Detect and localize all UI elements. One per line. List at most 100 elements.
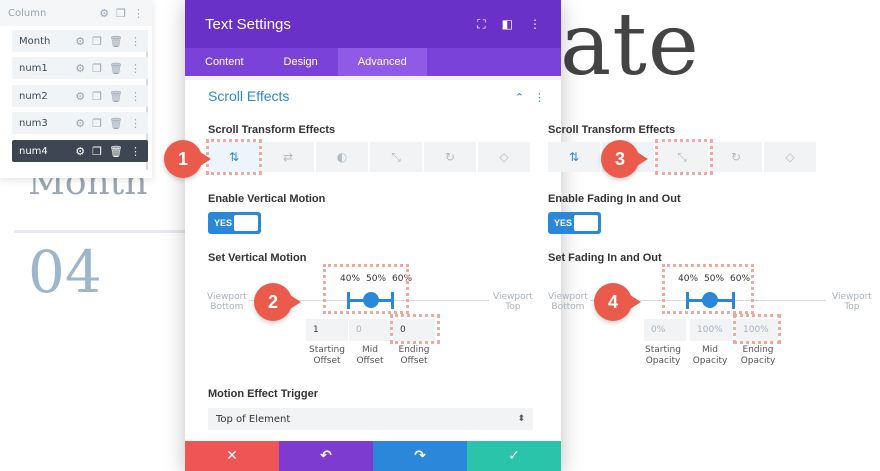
rotate-icon: ↻ xyxy=(730,150,742,164)
highlight-vertical-button xyxy=(206,139,262,175)
highlight-fade-button xyxy=(655,139,713,175)
mid-opacity-caption: Mid Opacity xyxy=(692,345,728,366)
fade-button[interactable]: ◐ xyxy=(316,142,368,172)
blur-button[interactable]: ◇ xyxy=(478,142,530,172)
layer-item-label: num1 xyxy=(19,62,48,74)
vertical-motion-button[interactable]: ⇅ xyxy=(548,142,600,172)
layer-item-num2[interactable]: num2 ⚙ ❐ 🗑 ⋮ xyxy=(12,85,148,107)
starting-offset-input[interactable]: 1 xyxy=(306,319,348,341)
gear-icon[interactable]: ⚙ xyxy=(99,7,109,20)
enable-vertical-label: Enable Vertical Motion xyxy=(208,193,326,205)
trigger-select[interactable]: Top of Element ⬍ xyxy=(208,408,533,430)
tab-advanced[interactable]: Advanced xyxy=(337,48,427,76)
gear-icon[interactable]: ⚙ xyxy=(75,35,85,48)
save-button[interactable]: ✓ xyxy=(467,441,561,471)
step-badge-1: 1 xyxy=(164,140,211,178)
rotate-button[interactable]: ↻ xyxy=(424,142,476,172)
duplicate-icon[interactable]: ❐ xyxy=(92,62,102,75)
right-viewport-bottom-label: Viewport Bottom xyxy=(548,292,588,312)
scale-button[interactable]: ⤡ xyxy=(370,142,422,172)
layer-item-label: num2 xyxy=(19,90,48,102)
tab-content[interactable]: Content xyxy=(185,48,264,76)
gear-icon[interactable]: ⚙ xyxy=(75,62,85,75)
more-icon[interactable]: ⋮ xyxy=(130,62,141,75)
redo-button[interactable]: ↷ xyxy=(373,441,467,471)
highlight-ending-opacity xyxy=(733,314,781,344)
mid-offset-caption: Mid Offset xyxy=(356,345,384,366)
step-badge-3: 3 xyxy=(601,140,648,178)
more-icon[interactable]: ⋮ xyxy=(130,90,141,103)
duplicate-icon[interactable]: ❐ xyxy=(92,145,102,158)
highlight-vertical-slider xyxy=(323,264,409,314)
layers-panel: Column ⚙ ❐ ⋮ Month ⚙ ❐ 🗑 ⋮ num1 ⚙ ❐ 🗑 ⋮ num2 ⚙… xyxy=(0,0,152,178)
fade-icon: ◐ xyxy=(336,150,348,164)
toggle-yes-text: YES xyxy=(214,218,233,228)
chevron-up-icon[interactable]: ⌃ xyxy=(515,91,524,104)
gear-icon[interactable]: ⚙ xyxy=(75,117,85,130)
blur-button[interactable]: ◇ xyxy=(764,142,816,172)
layer-item-label: num4 xyxy=(19,145,48,157)
background-heading: ate xyxy=(560,0,700,95)
layer-item-label: Month xyxy=(19,35,51,47)
undo-button[interactable]: ↶ xyxy=(279,441,373,471)
vertical-arrows-icon: ⇅ xyxy=(568,150,580,164)
dock-icon[interactable]: ◧ xyxy=(502,17,513,32)
more-icon[interactable]: ⋮ xyxy=(529,17,541,32)
highlight-fading-slider xyxy=(662,264,754,314)
duplicate-icon[interactable]: ❐ xyxy=(92,35,102,48)
rotate-icon: ↻ xyxy=(444,150,456,164)
cancel-button[interactable]: ✕ xyxy=(185,441,279,471)
blur-drop-icon: ◇ xyxy=(785,150,795,164)
tab-design[interactable]: Design xyxy=(264,48,338,76)
duplicate-icon[interactable]: ❐ xyxy=(92,90,102,103)
fading-toggle[interactable]: YES xyxy=(548,212,601,234)
rotate-button[interactable]: ↻ xyxy=(710,142,762,172)
layers-column-header[interactable]: Column ⚙ ❐ ⋮ xyxy=(0,0,152,26)
layer-item-num3[interactable]: num3 ⚙ ❐ 🗑 ⋮ xyxy=(12,112,148,134)
horizontal-arrows-icon: ⇄ xyxy=(282,150,294,164)
trash-icon[interactable]: 🗑 xyxy=(109,62,123,75)
starting-opacity-input[interactable]: 0% xyxy=(644,319,686,341)
more-icon[interactable]: ⋮ xyxy=(534,91,545,104)
horizontal-motion-button[interactable]: ⇄ xyxy=(262,142,314,172)
trash-icon[interactable]: 🗑 xyxy=(109,145,123,158)
fullscreen-icon[interactable]: ⛶ xyxy=(477,17,485,32)
background-number: 04 xyxy=(28,238,102,306)
duplicate-icon[interactable]: ❐ xyxy=(92,117,102,130)
layer-item-num4[interactable]: num4 ⚙ ❐ 🗑 ⋮ xyxy=(12,140,148,162)
vertical-motion-toggle[interactable]: YES xyxy=(208,212,261,234)
more-icon[interactable]: ⋮ xyxy=(130,35,141,48)
text-settings-modal: Text Settings ⛶ ◧ ⋮ Content Design Advan… xyxy=(185,0,561,471)
modal-header: Text Settings ⛶ ◧ ⋮ xyxy=(185,0,561,48)
more-icon[interactable]: ⋮ xyxy=(133,7,144,20)
mid-opacity-input[interactable]: 100% xyxy=(690,319,732,341)
section-controls: ⌃ ⋮ xyxy=(515,91,545,104)
trash-icon[interactable]: 🗑 xyxy=(109,35,123,48)
trigger-label: Motion Effect Trigger xyxy=(208,388,318,400)
more-icon[interactable]: ⋮ xyxy=(130,145,141,158)
step-badge-4: 4 xyxy=(594,283,641,321)
section-title[interactable]: Scroll Effects xyxy=(208,88,289,104)
section-separator xyxy=(185,76,561,80)
background-divider xyxy=(14,230,186,233)
blur-drop-icon: ◇ xyxy=(499,150,509,164)
mid-offset-input[interactable]: 0 xyxy=(349,319,391,341)
trash-icon[interactable]: 🗑 xyxy=(109,117,123,130)
layer-item-label: num3 xyxy=(19,117,48,129)
duplicate-icon[interactable]: ❐ xyxy=(116,7,126,20)
layer-item-month[interactable]: Month ⚙ ❐ 🗑 ⋮ xyxy=(12,30,148,52)
scroll-transform-label: Scroll Transform Effects xyxy=(208,124,336,136)
undo-icon: ↶ xyxy=(320,448,332,464)
more-icon[interactable]: ⋮ xyxy=(130,117,141,130)
layer-item-num1[interactable]: num1 ⚙ ❐ 🗑 ⋮ xyxy=(12,57,148,79)
starting-opacity-caption: Starting Opacity xyxy=(645,345,681,366)
modal-title: Text Settings xyxy=(205,15,291,33)
scale-icon: ⤡ xyxy=(391,149,401,164)
gear-icon[interactable]: ⚙ xyxy=(75,145,85,158)
enable-fading-label: Enable Fading In and Out xyxy=(548,193,681,205)
trash-icon[interactable]: 🗑 xyxy=(109,90,123,103)
viewport-bottom-label: Viewport Bottom xyxy=(207,292,247,312)
modal-tabs: Content Design Advanced xyxy=(185,48,561,76)
gear-icon[interactable]: ⚙ xyxy=(75,90,85,103)
close-icon: ✕ xyxy=(226,448,238,464)
